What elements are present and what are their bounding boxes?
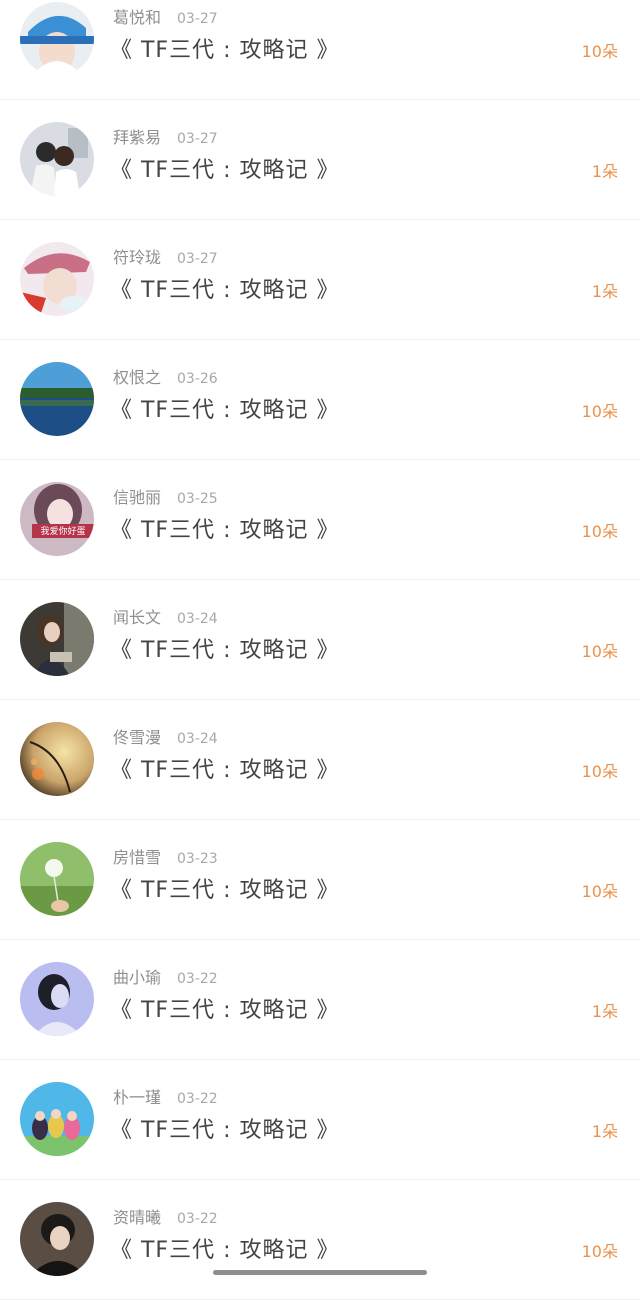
work-title[interactable]: 《 TF三代 : 攻略记 》 xyxy=(110,152,339,184)
avatar-reading-girl-image xyxy=(20,602,94,676)
flower-count: 10朵 xyxy=(582,758,618,782)
flower-count: 10朵 xyxy=(582,878,618,902)
list-item[interactable]: 我爱你好蛋 信驰丽 03-25 《 TF三代 : 攻略记 》 10朵 xyxy=(0,460,640,580)
avatar[interactable]: 我爱你好蛋 xyxy=(20,482,94,556)
send-date: 03-27 xyxy=(177,251,218,267)
flower-count: 10朵 xyxy=(582,638,618,662)
work-title[interactable]: 《 TF三代 : 攻略记 》 xyxy=(110,632,339,664)
avatar[interactable] xyxy=(20,602,94,676)
avatar-cartoon-image xyxy=(20,1082,94,1156)
sender-name[interactable]: 拜紫易 xyxy=(113,128,161,147)
avatar[interactable] xyxy=(20,722,94,796)
avatar-couple-image xyxy=(20,122,94,196)
gift-list: 葛悦和 03-27 《 TF三代 : 攻略记 》 10朵 拜紫易 03-27 《 T… xyxy=(0,0,640,1300)
list-item[interactable]: 葛悦和 03-27 《 TF三代 : 攻略记 》 10朵 xyxy=(0,0,640,100)
sender-name[interactable]: 闻长文 xyxy=(113,608,161,627)
sender-name[interactable]: 朴一瑾 xyxy=(113,1088,161,1107)
work-title[interactable]: 《 TF三代 : 攻略记 》 xyxy=(110,872,339,904)
list-item[interactable]: 符玲珑 03-27 《 TF三代 : 攻略记 》 1朵 xyxy=(0,220,640,340)
send-date: 03-25 xyxy=(177,491,218,507)
flower-count: 10朵 xyxy=(582,1238,618,1262)
sender-name[interactable]: 房惜雪 xyxy=(113,848,161,867)
avatar[interactable] xyxy=(20,1202,94,1276)
work-title[interactable]: 《 TF三代 : 攻略记 》 xyxy=(110,992,339,1024)
flower-count: 1朵 xyxy=(592,158,618,182)
sender-line: 佟雪漫 03-24 xyxy=(113,724,218,748)
list-item[interactable]: 闻长文 03-24 《 TF三代 : 攻略记 》 10朵 xyxy=(0,580,640,700)
list-item[interactable]: 房惜雪 03-23 《 TF三代 : 攻略记 》 10朵 xyxy=(0,820,640,940)
sender-name[interactable]: 佟雪漫 xyxy=(113,728,161,747)
send-date: 03-22 xyxy=(177,1091,218,1107)
avatar-dandelion-image xyxy=(20,842,94,916)
avatar[interactable] xyxy=(20,242,94,316)
avatar-sketch-girl-image xyxy=(20,962,94,1036)
send-date: 03-22 xyxy=(177,971,218,987)
send-date: 03-27 xyxy=(177,131,218,147)
list-item[interactable]: 朴一瑾 03-22 《 TF三代 : 攻略记 》 1朵 xyxy=(0,1060,640,1180)
sender-line: 闻长文 03-24 xyxy=(113,604,218,628)
avatar[interactable] xyxy=(20,1082,94,1156)
avatar[interactable] xyxy=(20,362,94,436)
work-title[interactable]: 《 TF三代 : 攻略记 》 xyxy=(110,1112,339,1144)
home-indicator[interactable] xyxy=(213,1270,427,1275)
flower-count: 1朵 xyxy=(592,998,618,1022)
avatar-lake-image xyxy=(20,362,94,436)
sender-line: 信驰丽 03-25 xyxy=(113,484,218,508)
work-title[interactable]: 《 TF三代 : 攻略记 》 xyxy=(110,1232,339,1264)
flower-count: 10朵 xyxy=(582,518,618,542)
avatar-boy-hat-image xyxy=(20,242,94,316)
flower-count: 1朵 xyxy=(592,278,618,302)
send-date: 03-24 xyxy=(177,731,218,747)
flower-count: 1朵 xyxy=(592,1118,618,1142)
list-item[interactable]: 权恨之 03-26 《 TF三代 : 攻略记 》 10朵 xyxy=(0,340,640,460)
send-date: 03-24 xyxy=(177,611,218,627)
work-title[interactable]: 《 TF三代 : 攻略记 》 xyxy=(110,512,339,544)
sender-name[interactable]: 葛悦和 xyxy=(113,8,161,27)
send-date: 03-22 xyxy=(177,1211,218,1227)
work-title[interactable]: 《 TF三代 : 攻略记 》 xyxy=(110,752,339,784)
avatar[interactable] xyxy=(20,122,94,196)
flower-count: 10朵 xyxy=(582,398,618,422)
sender-line: 资晴曦 03-22 xyxy=(113,1204,218,1228)
send-date: 03-27 xyxy=(177,11,218,27)
sender-name[interactable]: 权恨之 xyxy=(113,368,161,387)
avatar-girl-text-image: 我爱你好蛋 xyxy=(20,482,94,556)
list-item[interactable]: 曲小瑜 03-22 《 TF三代 : 攻略记 》 1朵 xyxy=(0,940,640,1060)
sender-line: 权恨之 03-26 xyxy=(113,364,218,388)
work-title[interactable]: 《 TF三代 : 攻略记 》 xyxy=(110,272,339,304)
avatar[interactable] xyxy=(20,2,94,76)
list-item[interactable]: 资晴曦 03-22 《 TF三代 : 攻略记 》 10朵 xyxy=(0,1180,640,1300)
avatar[interactable] xyxy=(20,842,94,916)
sender-line: 拜紫易 03-27 xyxy=(113,124,218,148)
sender-line: 房惜雪 03-23 xyxy=(113,844,218,868)
list-item[interactable]: 佟雪漫 03-24 《 TF三代 : 攻略记 》 10朵 xyxy=(0,700,640,820)
sender-name[interactable]: 符玲珑 xyxy=(113,248,161,267)
avatar-caption: 我爱你好蛋 xyxy=(40,525,85,537)
sender-name[interactable]: 曲小瑜 xyxy=(113,968,161,987)
send-date: 03-26 xyxy=(177,371,218,387)
avatar-bokeh-image xyxy=(20,722,94,796)
send-date: 03-23 xyxy=(177,851,218,867)
sender-line: 符玲珑 03-27 xyxy=(113,244,218,268)
sender-line: 曲小瑜 03-22 xyxy=(113,964,218,988)
avatar[interactable] xyxy=(20,962,94,1036)
avatar-girl-cap-image xyxy=(20,2,94,76)
sender-name[interactable]: 信驰丽 xyxy=(113,488,161,507)
sender-name[interactable]: 资晴曦 xyxy=(113,1208,161,1227)
list-item[interactable]: 拜紫易 03-27 《 TF三代 : 攻略记 》 1朵 xyxy=(0,100,640,220)
flower-count: 10朵 xyxy=(582,38,618,62)
work-title[interactable]: 《 TF三代 : 攻略记 》 xyxy=(110,392,339,424)
avatar-dark-boy-image xyxy=(20,1202,94,1276)
sender-line: 葛悦和 03-27 xyxy=(113,4,218,28)
sender-line: 朴一瑾 03-22 xyxy=(113,1084,218,1108)
work-title[interactable]: 《 TF三代 : 攻略记 》 xyxy=(110,32,339,64)
